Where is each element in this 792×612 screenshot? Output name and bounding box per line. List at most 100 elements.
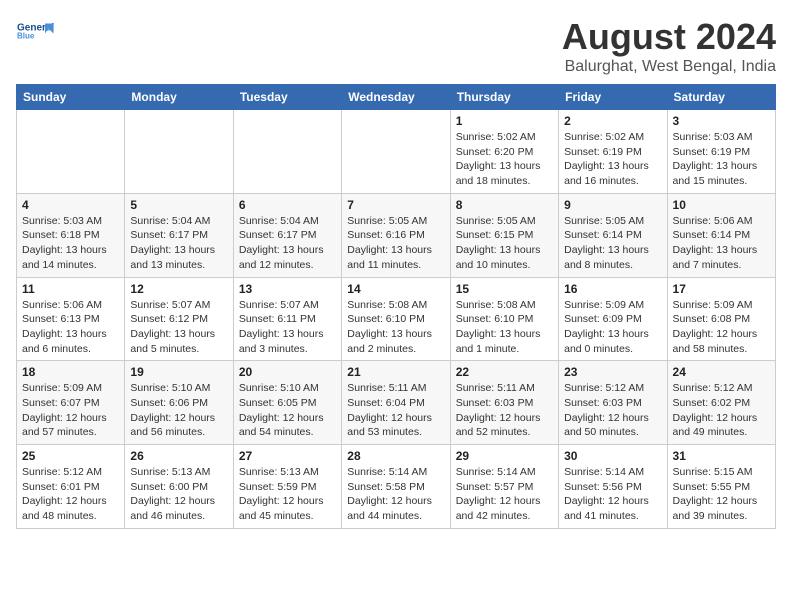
day-cell: 27 Sunrise: 5:13 AM Sunset: 5:59 PM Dayli… [233,445,341,529]
day-number: 25 [22,449,119,463]
day-cell: 11 Sunrise: 5:06 AM Sunset: 6:13 PM Dayli… [17,277,125,361]
day-cell: 16Sunrise: 5:09 AM Sunset: 6:09 PM Dayli… [559,277,667,361]
week-row-4: 18 Sunrise: 5:09 AM Sunset: 6:07 PM Dayli… [17,361,776,445]
day-number: 14 [347,282,444,296]
day-info: Sunrise: 5:06 AM Sunset: 6:13 PM Dayligh… [22,298,119,357]
day-cell: 19Sunrise: 5:10 AM Sunset: 6:06 PM Dayli… [125,361,233,445]
day-cell: 4Sunrise: 5:03 AM Sunset: 6:18 PM Daylig… [17,193,125,277]
day-info: Sunrise: 5:05 AM Sunset: 6:14 PM Dayligh… [564,214,661,273]
day-number: 24 [673,365,770,379]
day-info: Sunrise: 5:08 AM Sunset: 6:10 PM Dayligh… [347,298,444,357]
week-row-5: 25 Sunrise: 5:12 AM Sunset: 6:01 PM Dayli… [17,445,776,529]
day-info: Sunrise: 5:07 AM Sunset: 6:11 PM Dayligh… [239,298,336,357]
weekday-sunday: Sunday [17,85,125,110]
day-cell: 17 Sunrise: 5:09 AM Sunset: 6:08 PM Dayli… [667,277,775,361]
day-info: Sunrise: 5:10 AM Sunset: 6:05 PM Dayligh… [239,381,336,440]
day-cell: 15 Sunrise: 5:08 AM Sunset: 6:10 PM Dayli… [450,277,558,361]
day-cell: 21 Sunrise: 5:11 AM Sunset: 6:04 PM Dayli… [342,361,450,445]
day-info: Sunrise: 5:14 AM Sunset: 5:56 PM Dayligh… [564,465,661,524]
calendar-table: SundayMondayTuesdayWednesdayThursdayFrid… [16,84,776,529]
day-info: Sunrise: 5:02 AM Sunset: 6:19 PM Dayligh… [564,130,661,189]
day-cell: 8 Sunrise: 5:05 AM Sunset: 6:15 PM Daylig… [450,193,558,277]
day-cell: 9 Sunrise: 5:05 AM Sunset: 6:14 PM Daylig… [559,193,667,277]
day-cell: 20Sunrise: 5:10 AM Sunset: 6:05 PM Dayli… [233,361,341,445]
day-number: 11 [22,282,119,296]
day-cell [342,110,450,194]
day-info: Sunrise: 5:04 AM Sunset: 6:17 PM Dayligh… [239,214,336,273]
day-cell [125,110,233,194]
day-cell: 28 Sunrise: 5:14 AM Sunset: 5:58 PM Dayli… [342,445,450,529]
weekday-header: SundayMondayTuesdayWednesdayThursdayFrid… [17,85,776,110]
day-cell: 6 Sunrise: 5:04 AM Sunset: 6:17 PM Daylig… [233,193,341,277]
weekday-monday: Monday [125,85,233,110]
day-number: 2 [564,114,661,128]
day-cell: 1Sunrise: 5:02 AM Sunset: 6:20 PM Daylig… [450,110,558,194]
location: Balurghat, West Bengal, India [562,58,776,76]
week-row-1: 1Sunrise: 5:02 AM Sunset: 6:20 PM Daylig… [17,110,776,194]
page-header: General Blue August 2024 Balurghat, West… [16,16,776,76]
day-info: Sunrise: 5:03 AM Sunset: 6:18 PM Dayligh… [22,214,119,273]
day-number: 10 [673,198,770,212]
day-number: 12 [130,282,227,296]
day-number: 15 [456,282,553,296]
day-number: 7 [347,198,444,212]
day-info: Sunrise: 5:05 AM Sunset: 6:16 PM Dayligh… [347,214,444,273]
day-cell: 12 Sunrise: 5:07 AM Sunset: 6:12 PM Dayli… [125,277,233,361]
day-number: 26 [130,449,227,463]
day-number: 17 [673,282,770,296]
day-info: Sunrise: 5:05 AM Sunset: 6:15 PM Dayligh… [456,214,553,273]
day-info: Sunrise: 5:09 AM Sunset: 6:07 PM Dayligh… [22,381,119,440]
day-number: 31 [673,449,770,463]
day-cell: 14 Sunrise: 5:08 AM Sunset: 6:10 PM Dayli… [342,277,450,361]
day-number: 21 [347,365,444,379]
weekday-saturday: Saturday [667,85,775,110]
day-info: Sunrise: 5:11 AM Sunset: 6:04 PM Dayligh… [347,381,444,440]
weekday-wednesday: Wednesday [342,85,450,110]
day-cell: 26Sunrise: 5:13 AM Sunset: 6:00 PM Dayli… [125,445,233,529]
day-cell [17,110,125,194]
day-info: Sunrise: 5:08 AM Sunset: 6:10 PM Dayligh… [456,298,553,357]
day-info: Sunrise: 5:11 AM Sunset: 6:03 PM Dayligh… [456,381,553,440]
day-number: 29 [456,449,553,463]
day-cell: 10Sunrise: 5:06 AM Sunset: 6:14 PM Dayli… [667,193,775,277]
day-cell: 3 Sunrise: 5:03 AM Sunset: 6:19 PM Daylig… [667,110,775,194]
day-info: Sunrise: 5:03 AM Sunset: 6:19 PM Dayligh… [673,130,770,189]
day-cell [233,110,341,194]
day-number: 8 [456,198,553,212]
day-info: Sunrise: 5:14 AM Sunset: 5:58 PM Dayligh… [347,465,444,524]
day-number: 27 [239,449,336,463]
day-info: Sunrise: 5:09 AM Sunset: 6:08 PM Dayligh… [673,298,770,357]
day-number: 1 [456,114,553,128]
day-cell: 7 Sunrise: 5:05 AM Sunset: 6:16 PM Daylig… [342,193,450,277]
day-info: Sunrise: 5:12 AM Sunset: 6:01 PM Dayligh… [22,465,119,524]
day-number: 9 [564,198,661,212]
title-block: August 2024 Balurghat, West Bengal, Indi… [562,16,776,76]
calendar-body: 1Sunrise: 5:02 AM Sunset: 6:20 PM Daylig… [17,110,776,529]
day-cell: 24 Sunrise: 5:12 AM Sunset: 6:02 PM Dayli… [667,361,775,445]
day-number: 3 [673,114,770,128]
week-row-2: 4Sunrise: 5:03 AM Sunset: 6:18 PM Daylig… [17,193,776,277]
day-number: 5 [130,198,227,212]
day-info: Sunrise: 5:12 AM Sunset: 6:03 PM Dayligh… [564,381,661,440]
day-cell: 5Sunrise: 5:04 AM Sunset: 6:17 PM Daylig… [125,193,233,277]
day-info: Sunrise: 5:07 AM Sunset: 6:12 PM Dayligh… [130,298,227,357]
day-info: Sunrise: 5:13 AM Sunset: 5:59 PM Dayligh… [239,465,336,524]
day-info: Sunrise: 5:09 AM Sunset: 6:09 PM Dayligh… [564,298,661,357]
logo-icon: General Blue [16,16,56,46]
day-info: Sunrise: 5:12 AM Sunset: 6:02 PM Dayligh… [673,381,770,440]
day-number: 6 [239,198,336,212]
day-info: Sunrise: 5:15 AM Sunset: 5:55 PM Dayligh… [673,465,770,524]
month-year: August 2024 [562,16,776,58]
day-number: 30 [564,449,661,463]
day-number: 19 [130,365,227,379]
day-info: Sunrise: 5:14 AM Sunset: 5:57 PM Dayligh… [456,465,553,524]
day-cell: 2 Sunrise: 5:02 AM Sunset: 6:19 PM Daylig… [559,110,667,194]
logo: General Blue [16,16,56,46]
week-row-3: 11 Sunrise: 5:06 AM Sunset: 6:13 PM Dayli… [17,277,776,361]
day-cell: 23Sunrise: 5:12 AM Sunset: 6:03 PM Dayli… [559,361,667,445]
day-cell: 25 Sunrise: 5:12 AM Sunset: 6:01 PM Dayli… [17,445,125,529]
day-number: 28 [347,449,444,463]
day-cell: 29 Sunrise: 5:14 AM Sunset: 5:57 PM Dayli… [450,445,558,529]
day-cell: 31 Sunrise: 5:15 AM Sunset: 5:55 PM Dayli… [667,445,775,529]
day-number: 18 [22,365,119,379]
